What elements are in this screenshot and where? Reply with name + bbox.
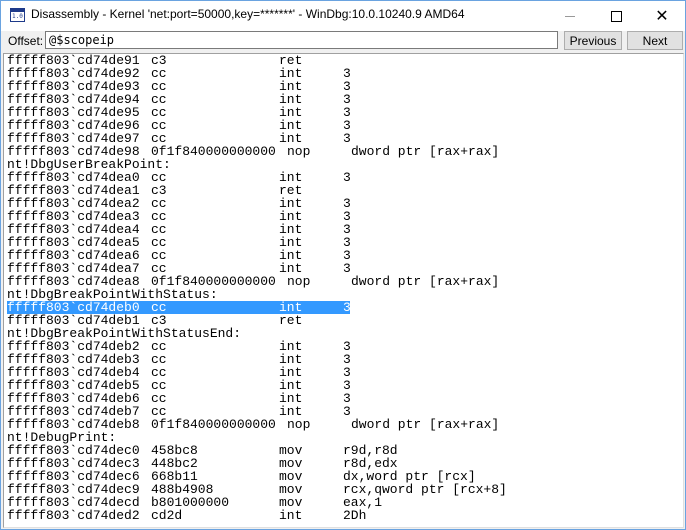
instruction-mnemonic: nop <box>287 144 311 159</box>
previous-button[interactable]: Previous <box>564 31 622 50</box>
offset-toolbar: Offset: Previous Next <box>1 31 685 52</box>
instruction-address: fffff803`cd74ded2 <box>7 508 140 523</box>
minimize-button[interactable] <box>547 1 593 31</box>
close-button[interactable]: ✕ <box>639 1 685 31</box>
maximize-button[interactable] <box>593 1 639 31</box>
close-icon: ✕ <box>655 6 669 25</box>
disassembly-window: 1.0 Disassembly - Kernel 'net:port=50000… <box>0 0 686 530</box>
instruction-mnemonic: nop <box>287 417 311 432</box>
instruction-operands: 2Dh <box>343 508 367 523</box>
instruction-operands: dword ptr [rax+rax] <box>351 144 500 159</box>
maximize-icon <box>610 10 622 22</box>
instruction-mnemonic: int <box>279 508 303 523</box>
title-bar[interactable]: 1.0 Disassembly - Kernel 'net:port=50000… <box>1 1 685 31</box>
window-title: Disassembly - Kernel 'net:port=50000,key… <box>31 7 465 21</box>
instruction-operands: dword ptr [rax+rax] <box>351 417 500 432</box>
instruction-mnemonic: ret <box>279 313 303 328</box>
instruction-operands: dword ptr [rax+rax] <box>351 274 500 289</box>
disassembly-window-icon: 1.0 <box>10 8 25 22</box>
disassembly-pane[interactable]: fffff803`cd74de91 c3 ret fffff803`cd74de92 c… <box>3 53 684 528</box>
instruction-mnemonic: nop <box>287 274 311 289</box>
instruction-operands: 3 <box>343 261 351 276</box>
offset-label: Offset: <box>8 34 44 48</box>
instruction-bytes: cd2d <box>151 508 183 523</box>
next-button[interactable]: Next <box>627 31 683 50</box>
instruction-bytes: 0f1f840000000000 <box>151 417 276 432</box>
instruction-operands: 3 <box>343 131 351 146</box>
instruction-operands: 3 <box>343 300 351 315</box>
minimize-icon <box>565 15 575 17</box>
disassembly-lines: fffff803`cd74de91 c3 ret fffff803`cd74de92 c… <box>7 54 507 523</box>
instruction-operands: 3 <box>343 404 351 419</box>
offset-input[interactable] <box>45 31 558 49</box>
instruction-operands: 3 <box>343 170 351 185</box>
disassembly-line[interactable]: fffff803`cd74ded2 cd2d int 2Dh <box>7 508 366 523</box>
